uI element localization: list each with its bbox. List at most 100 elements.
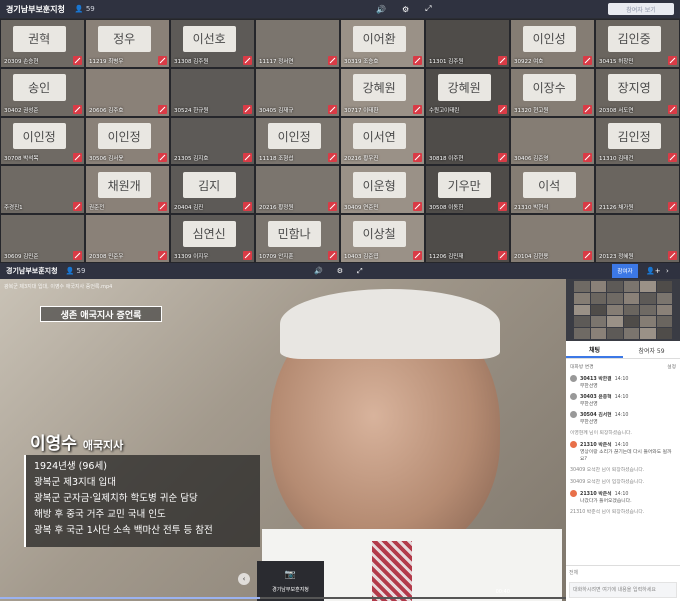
- participant-tile[interactable]: 민함나 10709 안지훈: [255, 214, 340, 263]
- held-sign: 이어환: [352, 25, 406, 52]
- add-user-icon[interactable]: 👤+: [646, 267, 661, 275]
- chat-input[interactable]: 대화하시려면 여기에 내용을 입력하세요: [569, 582, 677, 598]
- thumbnail[interactable]: [640, 281, 656, 292]
- participant-tile[interactable]: 장지영 20308 서도연: [595, 67, 680, 117]
- chat-target-select[interactable]: 전체: [569, 569, 677, 576]
- thumbnail[interactable]: [623, 281, 639, 292]
- participant-tile[interactable]: 30609 김민준: [0, 214, 85, 263]
- participant-tile[interactable]: 심연신 31309 이지우: [170, 214, 255, 263]
- thumbnail[interactable]: [607, 281, 623, 292]
- gear-icon[interactable]: ⚙: [402, 5, 409, 14]
- thumbnail[interactable]: [590, 304, 606, 316]
- thumbnail[interactable]: [656, 316, 672, 328]
- prev-arrow-icon[interactable]: ‹: [238, 573, 250, 585]
- participant-tile[interactable]: 11206 김민재: [425, 214, 510, 263]
- thumbnail[interactable]: [640, 328, 656, 339]
- participant-tile[interactable]: 기우만 30508 이동헌: [425, 165, 510, 215]
- thumbnail[interactable]: [607, 316, 623, 328]
- participant-tile[interactable]: 20308 민준우: [85, 214, 170, 263]
- participant-tile[interactable]: 정우 11219 최병우: [85, 19, 170, 68]
- thumbnail[interactable]: [656, 304, 672, 316]
- participant-tile[interactable]: 김인정 11310 김태건: [595, 116, 680, 166]
- chat-message: 21310 박준석 14:10 나갔다가 들어오겠습니다.: [570, 490, 676, 504]
- thumbnail[interactable]: [590, 328, 606, 339]
- participant-tile[interactable]: 이석 21310 박현석: [510, 165, 595, 215]
- thumbnail[interactable]: [623, 316, 639, 328]
- thumbnail[interactable]: [656, 328, 672, 339]
- thumbnail[interactable]: [574, 292, 590, 304]
- thumbnail[interactable]: [590, 292, 606, 304]
- held-sign: 정우: [97, 25, 151, 52]
- participant-name: 20123 정혜원: [599, 253, 634, 260]
- held-sign: 이인정: [12, 123, 66, 150]
- participant-tile[interactable]: 11117 정서연: [255, 19, 340, 68]
- participant-tile[interactable]: 30405 김재규: [255, 67, 340, 117]
- thumbnail[interactable]: [623, 304, 639, 316]
- participant-tile[interactable]: 채원개 권준전: [85, 165, 170, 215]
- thumbnail[interactable]: [640, 304, 656, 316]
- participants-tab-button[interactable]: 참여자: [612, 264, 638, 278]
- thumbnail[interactable]: [607, 292, 623, 304]
- speaker-icon[interactable]: 🔊: [376, 5, 386, 14]
- thumbnail[interactable]: [574, 281, 590, 292]
- tab-chat[interactable]: 채팅: [566, 343, 623, 358]
- sub-speaker-icon[interactable]: 🔊: [314, 267, 323, 276]
- participant-tile[interactable]: 21126 채가원: [595, 165, 680, 215]
- thumbnail[interactable]: [574, 328, 590, 339]
- participant-tile[interactable]: 11301 김주원: [425, 19, 510, 68]
- chat-settings[interactable]: 설정: [667, 363, 676, 370]
- participant-tile[interactable]: 이장수 31320 현고원: [510, 67, 595, 117]
- participant-tile[interactable]: 김지 20404 김진: [170, 165, 255, 215]
- participant-tile[interactable]: 강혜원 수원고이태린: [425, 67, 510, 117]
- participant-tile[interactable]: 20104 김현용: [510, 214, 595, 263]
- participant-tile[interactable]: 이인성 30922 여호: [510, 19, 595, 68]
- thumbnail[interactable]: [574, 304, 590, 316]
- participant-tile[interactable]: 20606 김주호: [85, 67, 170, 117]
- thumbnail[interactable]: [607, 304, 623, 316]
- self-camera-tile[interactable]: 📷 경기남부보훈지청: [257, 561, 324, 601]
- chevron-right-icon[interactable]: ›: [666, 267, 669, 275]
- participant-tile[interactable]: 20123 정혜원: [595, 214, 680, 263]
- participant-tile[interactable]: 송인 30402 권성준: [0, 67, 85, 117]
- participant-name: 30319 조승호: [344, 58, 379, 65]
- fullscreen-icon[interactable]: ⤢: [425, 4, 431, 14]
- thumbnail[interactable]: [623, 292, 639, 304]
- thumbnail[interactable]: [607, 328, 623, 339]
- participant-tile[interactable]: 이인정 11118 조형섭: [255, 116, 340, 166]
- thumbnail[interactable]: [590, 316, 606, 328]
- participant-tile[interactable]: 이인정 30506 김서윤: [85, 116, 170, 166]
- participant-tile[interactable]: 이운형 30409 연준민: [340, 165, 425, 215]
- participant-tile[interactable]: 30818 이주현: [425, 116, 510, 166]
- chat-system-message: 이영현께 님이 퇴장하셨습니다.: [570, 431, 632, 436]
- thumbnail[interactable]: [590, 281, 606, 292]
- thumbnail[interactable]: [656, 292, 672, 304]
- participant-tile[interactable]: 이인정 30708 박석목: [0, 116, 85, 166]
- participant-tile[interactable]: 30406 김준영: [510, 116, 595, 166]
- thumbnail[interactable]: [656, 281, 672, 292]
- participants-button[interactable]: 참여자 보기: [608, 3, 674, 15]
- held-sign: 강혜원: [352, 74, 406, 101]
- participant-tile[interactable]: 이선호 31308 김주원: [170, 19, 255, 68]
- participant-tile[interactable]: 이어환 30319 조승호: [340, 19, 425, 68]
- participant-tile[interactable]: 주경진1: [0, 165, 85, 215]
- video-progress[interactable]: [0, 597, 566, 599]
- participant-tile[interactable]: 20216 황정원: [255, 165, 340, 215]
- thumbnail[interactable]: [574, 316, 590, 328]
- thumbnail[interactable]: [640, 316, 656, 328]
- participant-tile[interactable]: 강혜원 30717 이태환: [340, 67, 425, 117]
- thumbnail[interactable]: [640, 292, 656, 304]
- thumbnail[interactable]: [623, 328, 639, 339]
- participant-tile[interactable]: 권혁 20309 손승현: [0, 19, 85, 68]
- sub-fullscreen-icon[interactable]: ⤢: [357, 267, 363, 276]
- video-player[interactable]: 광복군 제3지대 입대, 이영수 애국지사 증언록.mp4 생존 애국지사 증언…: [0, 279, 566, 601]
- chat-room-switch[interactable]: 대화방 변경: [570, 363, 594, 370]
- participant-tile[interactable]: 이상철 10403 김준엽: [340, 214, 425, 263]
- mic-muted-icon: [668, 202, 677, 212]
- tab-participants[interactable]: 참여자 59: [623, 343, 680, 358]
- participant-tile[interactable]: 21305 김지호: [170, 116, 255, 166]
- participant-tile[interactable]: 이서연 20216 황우진: [340, 116, 425, 166]
- participant-tile[interactable]: 30524 한규원: [170, 67, 255, 117]
- avatar: [570, 490, 577, 497]
- sub-gear-icon[interactable]: ⚙: [337, 267, 343, 276]
- participant-tile[interactable]: 김인중 30415 허창민: [595, 19, 680, 68]
